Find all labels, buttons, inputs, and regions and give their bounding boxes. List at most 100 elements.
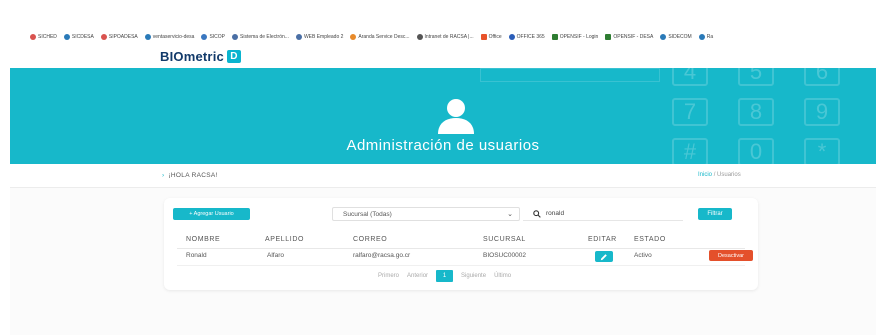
pagination: Primero Anterior 1 Siguiente Último bbox=[378, 270, 511, 282]
brand-logo[interactable]: BIOmetric D bbox=[160, 49, 241, 64]
greeting: › ¡HOLA RACSA! bbox=[162, 172, 218, 179]
bookmarks-bar: SICHED SICDESA SIPOADESA ventaservicio-d… bbox=[10, 28, 876, 46]
column-header-estado: ESTADO bbox=[634, 236, 666, 243]
breadcrumb-bar: › ¡HOLA RACSA! Inicio / Usuarios bbox=[10, 164, 876, 188]
row-divider bbox=[177, 265, 745, 266]
bookmark-label: OPENSIF - DESA bbox=[613, 34, 654, 40]
bookmark-label: SIPOADESA bbox=[108, 34, 138, 40]
keypad-key: 8 bbox=[738, 98, 774, 126]
filter-button[interactable]: Filtrar bbox=[698, 208, 732, 220]
bookmark-sicdesa[interactable]: SICDESA bbox=[63, 34, 94, 40]
page-last[interactable]: Último bbox=[494, 273, 511, 279]
bookmark-sicher[interactable]: SICHED bbox=[30, 34, 57, 40]
branch-select-value: Sucursal (Todas) bbox=[343, 210, 392, 218]
bookmark-icon bbox=[30, 34, 36, 40]
page-title: Administración de usuarios bbox=[346, 137, 540, 154]
keypad-key: 9 bbox=[804, 98, 840, 126]
keypad-key: 5 bbox=[738, 68, 774, 86]
cell-correo: ralfaro@racsa.go.cr bbox=[353, 252, 411, 259]
hero-banner: 4 5 6 7 8 9 # 0 * Administración de usua… bbox=[10, 68, 876, 164]
pencil-icon bbox=[600, 253, 607, 260]
cell-sucursal: BIOSUC00002 bbox=[483, 252, 526, 259]
branch-select[interactable]: Sucursal (Todas) ⌄ bbox=[332, 207, 520, 221]
bookmark-sicop[interactable]: SICOP bbox=[201, 34, 225, 40]
bookmark-icon bbox=[416, 34, 423, 40]
column-header-editar: EDITAR bbox=[588, 236, 617, 243]
page-prev[interactable]: Anterior bbox=[407, 273, 428, 279]
bookmark-icon bbox=[605, 34, 612, 40]
bookmark-label: WEB Empleado 2 bbox=[303, 34, 344, 40]
bookmark-icon bbox=[698, 34, 705, 40]
bookmark-opensif-desa[interactable]: OPENSIF - DESA bbox=[605, 34, 653, 40]
bookmark-office365[interactable]: OFFICE 365 bbox=[508, 34, 545, 40]
bookmark-label: OPENSIF - Login bbox=[559, 34, 599, 40]
page-current[interactable]: 1 bbox=[436, 270, 454, 282]
bookmark-icon bbox=[100, 34, 107, 40]
bookmark-label: Ra bbox=[706, 34, 714, 40]
cell-estado: Activo bbox=[634, 252, 652, 259]
add-user-button[interactable]: + Agregar Usuario bbox=[173, 208, 250, 220]
bookmark-icon bbox=[660, 34, 667, 40]
bookmark-icon bbox=[232, 34, 239, 40]
bookmark-label: OFFICE 365 bbox=[516, 34, 545, 40]
cell-apellido: Alfaro bbox=[267, 252, 284, 259]
edit-button[interactable] bbox=[595, 251, 613, 262]
search-icon bbox=[533, 209, 541, 218]
bookmark-office[interactable]: Office bbox=[480, 34, 502, 40]
bookmark-label: SIDECOM bbox=[668, 34, 692, 40]
bookmark-icon bbox=[508, 34, 515, 40]
bookmark-sipoadesa[interactable]: SIPOADESA bbox=[100, 34, 138, 40]
users-card: + Agregar Usuario Sucursal (Todas) ⌄ ron… bbox=[164, 198, 758, 290]
chevron-down-icon: ⌄ bbox=[507, 211, 513, 218]
bookmark-label: Office bbox=[488, 34, 502, 40]
header-divider bbox=[177, 248, 745, 249]
bookmark-icon bbox=[480, 34, 487, 40]
search-input[interactable]: ronald bbox=[523, 207, 683, 221]
bookmark-icon bbox=[144, 34, 151, 40]
bookmark-icon bbox=[201, 34, 208, 40]
browser-frame: SICHED SICDESA SIPOADESA ventaservicio-d… bbox=[10, 28, 876, 335]
bookmark-web-empleado[interactable]: WEB Empleado 2 bbox=[295, 34, 344, 40]
bookmark-label: SICDESA bbox=[71, 34, 94, 40]
greeting-text: ¡HOLA RACSA! bbox=[168, 172, 218, 179]
page-next[interactable]: Siguiente bbox=[461, 273, 486, 279]
bookmark-icon bbox=[350, 34, 357, 40]
app-header: BIOmetric D bbox=[10, 46, 876, 68]
bookmark-aranda[interactable]: Aranda Service Desc... bbox=[350, 34, 410, 40]
keypad-key: 4 bbox=[672, 68, 708, 86]
hero-decoration bbox=[480, 68, 660, 82]
bookmark-icon bbox=[551, 34, 558, 40]
bookmark-icon bbox=[63, 34, 70, 40]
bookmark-label: ventaservicio-desa bbox=[152, 34, 195, 40]
column-header-correo: CORREO bbox=[353, 236, 388, 243]
bookmark-label: SICOP bbox=[209, 34, 226, 40]
bookmark-label: Aranda Service Desc... bbox=[358, 34, 410, 40]
bookmark-label: Intranet de RACSA |... bbox=[424, 34, 474, 40]
bookmark-opensif-login[interactable]: OPENSIF - Login bbox=[551, 34, 599, 40]
search-value: ronald bbox=[546, 210, 565, 217]
breadcrumb-home-link[interactable]: Inicio bbox=[698, 172, 712, 178]
bookmark-intranet[interactable]: Intranet de RACSA |... bbox=[416, 34, 474, 40]
cell-nombre: Ronald bbox=[186, 252, 207, 259]
keypad-key: 6 bbox=[804, 68, 840, 86]
bookmark-label: SICHED bbox=[38, 34, 57, 40]
brand-badge: D bbox=[226, 50, 241, 63]
bookmark-ra[interactable]: Ra bbox=[698, 34, 714, 40]
breadcrumb-current: Usuarios bbox=[717, 172, 741, 178]
bookmark-icon bbox=[295, 34, 302, 40]
bookmark-ventaservicio[interactable]: ventaservicio-desa bbox=[144, 34, 195, 40]
bookmark-sidecom[interactable]: SIDECOM bbox=[660, 34, 692, 40]
chevron-right-icon: › bbox=[162, 172, 165, 179]
deactivate-button[interactable]: Desactivar bbox=[709, 250, 753, 261]
column-header-apellido: APELLIDO bbox=[265, 236, 305, 243]
bookmark-sistema-electronico[interactable]: Sistema de Electrón... bbox=[232, 34, 289, 40]
keypad-key: 7 bbox=[672, 98, 708, 126]
brand-name: BIOmetric bbox=[160, 49, 224, 64]
breadcrumb-separator: / bbox=[713, 172, 716, 178]
user-icon bbox=[438, 99, 474, 134]
bookmark-label: Sistema de Electrón... bbox=[240, 34, 289, 40]
page-first[interactable]: Primero bbox=[378, 273, 399, 279]
column-header-sucursal: SUCURSAL bbox=[483, 236, 526, 243]
column-header-nombre: NOMBRE bbox=[186, 236, 221, 243]
breadcrumb: Inicio / Usuarios bbox=[698, 172, 741, 178]
